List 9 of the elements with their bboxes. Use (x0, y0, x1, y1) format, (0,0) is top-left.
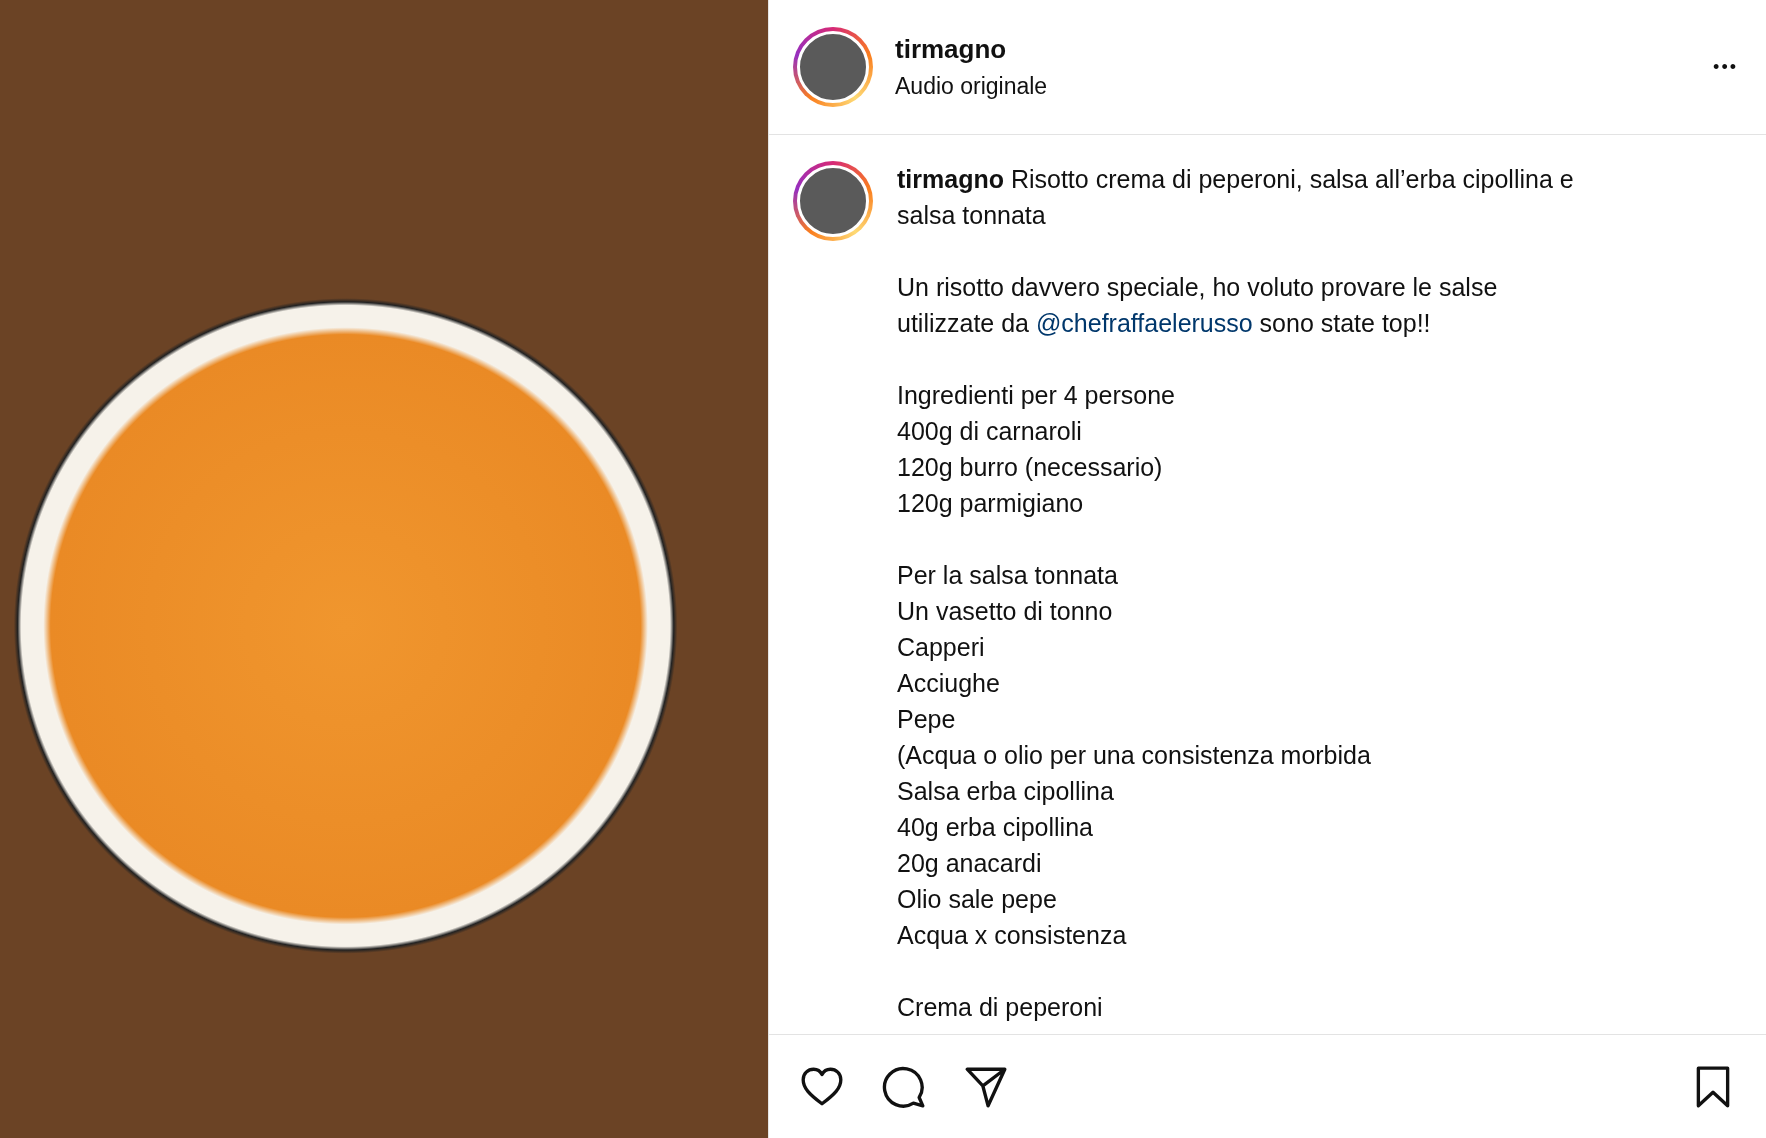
audio-label[interactable]: Audio originale (895, 73, 1688, 100)
username[interactable]: tirmagno (895, 34, 1688, 65)
caption-text: Ingredienti per 4 persone 400g di carnaroli 120g burro (necessario) 120g parmigiano (897, 380, 1176, 519)
caption-text: Un risotto davvero speciale, ho voluto provare le salse utilizzate da @chefraffaelerusso sono state top!! (897, 272, 1499, 339)
mention-link[interactable]: @chefraffaelerusso (1035, 309, 1253, 337)
more-button[interactable]: ••• (1709, 52, 1742, 82)
caption-text: Per la salsa tonnata Un vasetto di tonno Capperi Acciughe Pepe (Acqua o olio per una consistenza morbida Salsa erba cipollina 40g erba cipollina 20g anacardi Olio sale pepe Acqua x consistenza (897, 560, 1372, 951)
caption-text: tirmagno Risotto crema di peperoni, salsa all’erba cipollina e salsa tonnata (897, 164, 1575, 231)
caption-text: Crema di peperoni (897, 992, 1104, 1023)
